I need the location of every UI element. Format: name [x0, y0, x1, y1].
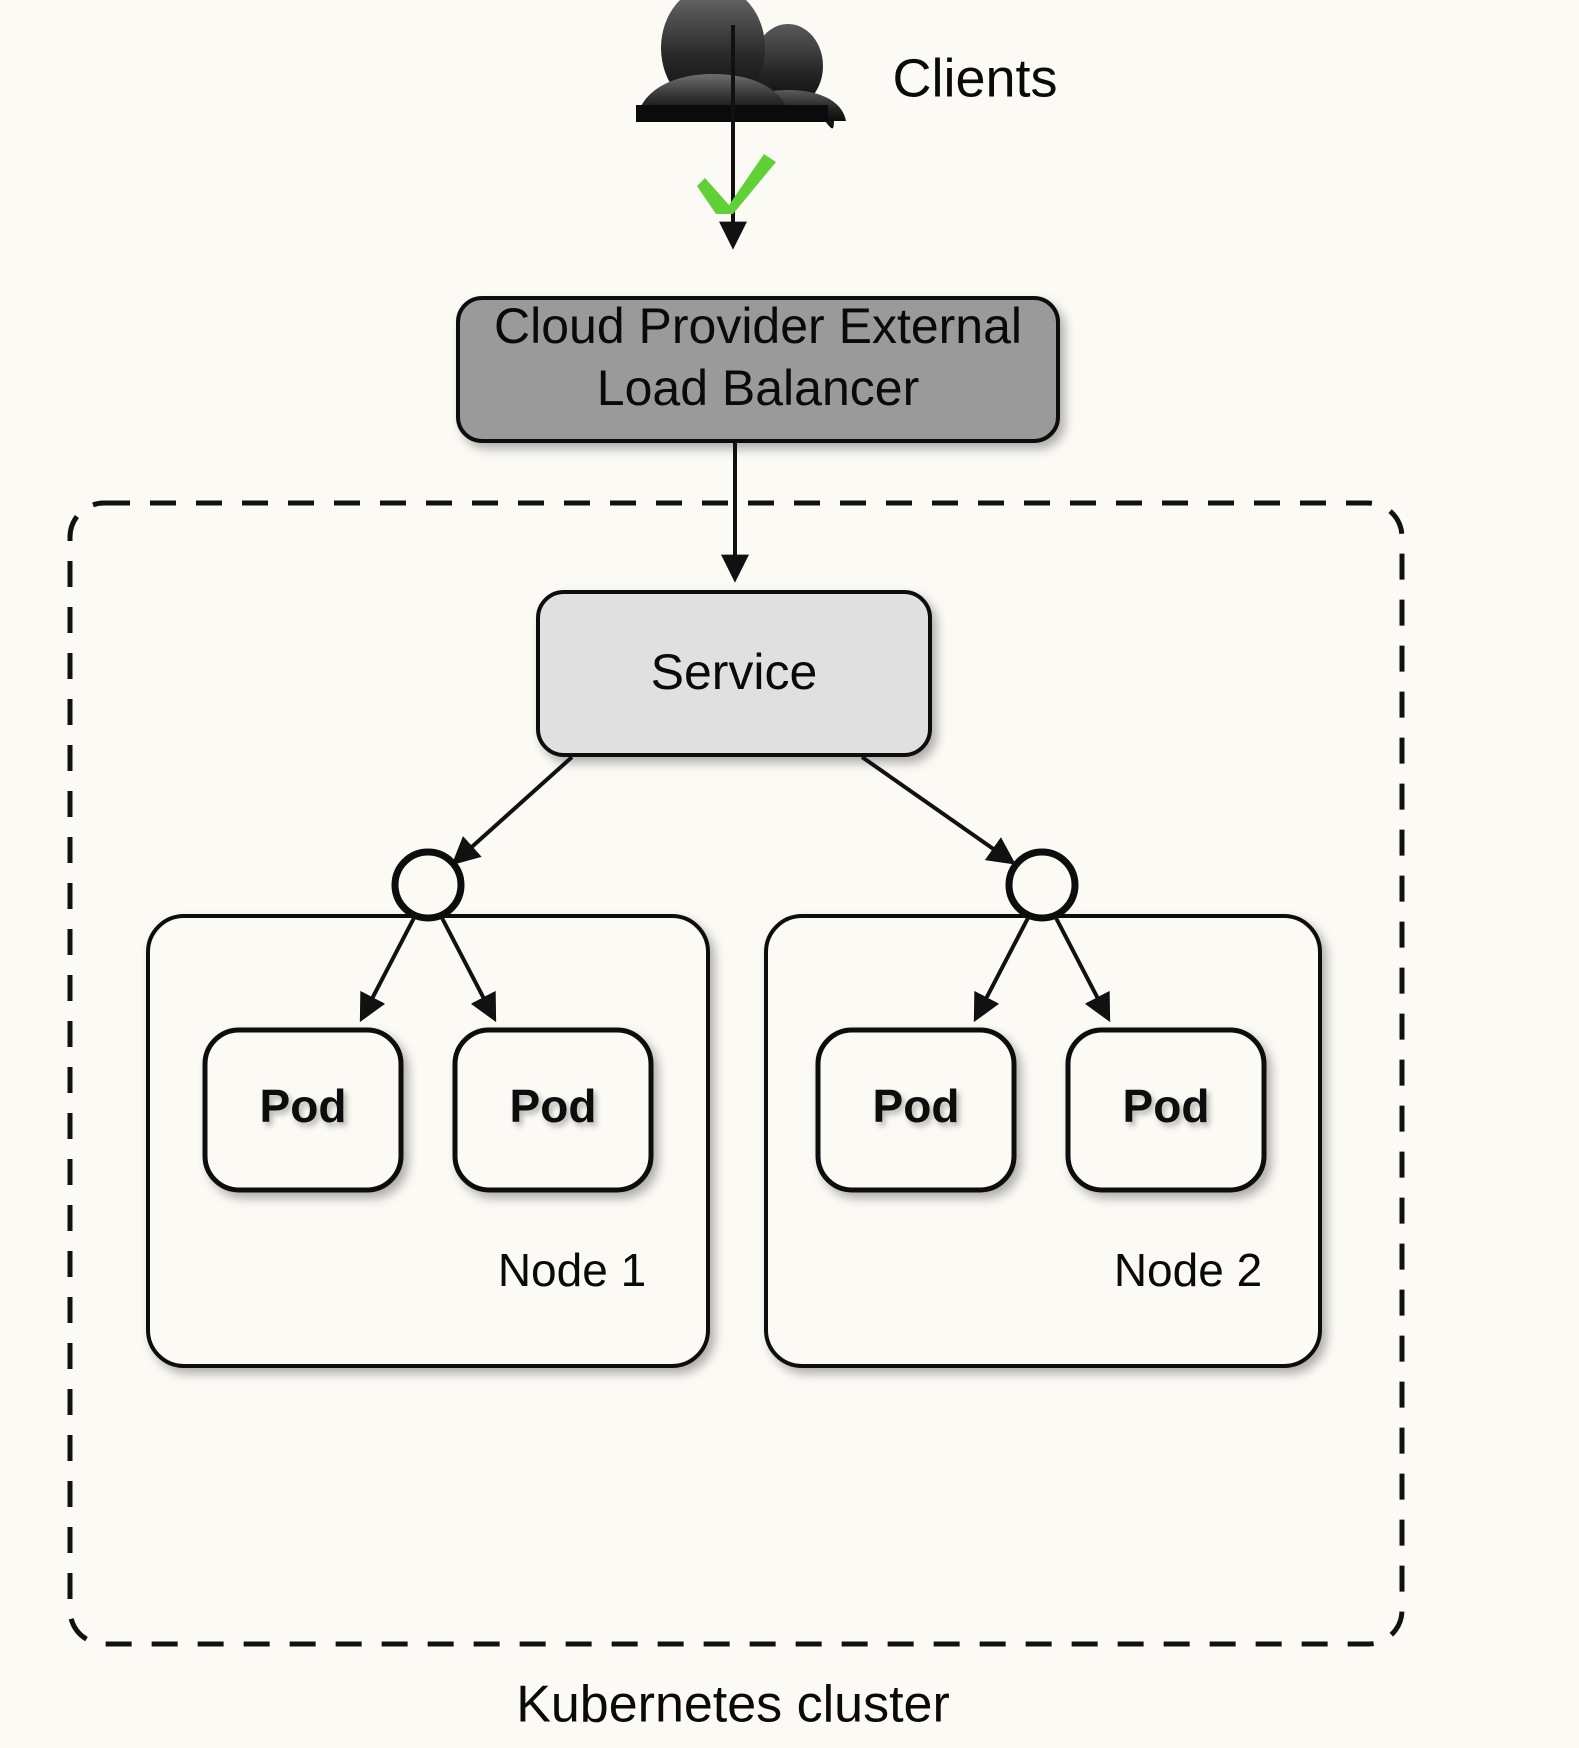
kubernetes-service-loadbalancer-diagram: Clients Cloud Provider External Load Bal… — [0, 0, 1579, 1748]
service-label: Service — [651, 644, 818, 700]
kubernetes-cluster-label: Kubernetes cluster — [516, 1676, 950, 1734]
endpoint-circle-node-2 — [1005, 848, 1079, 922]
canvas-background — [0, 0, 1579, 1748]
pod-label-node-2-a: Pod — [873, 1080, 960, 1132]
load-balancer-label-line1: Cloud Provider External — [494, 298, 1022, 354]
pod-label-node-1-b: Pod — [510, 1080, 597, 1132]
endpoint-circle-node-1 — [391, 848, 465, 922]
node-1-label: Node 1 — [498, 1244, 646, 1296]
clients-label: Clients — [892, 48, 1057, 108]
pod-label-node-2-b: Pod — [1123, 1080, 1210, 1132]
load-balancer-label-line2: Load Balancer — [597, 360, 919, 416]
pod-label-node-1-a: Pod — [260, 1080, 347, 1132]
node-2-label: Node 2 — [1114, 1244, 1262, 1296]
